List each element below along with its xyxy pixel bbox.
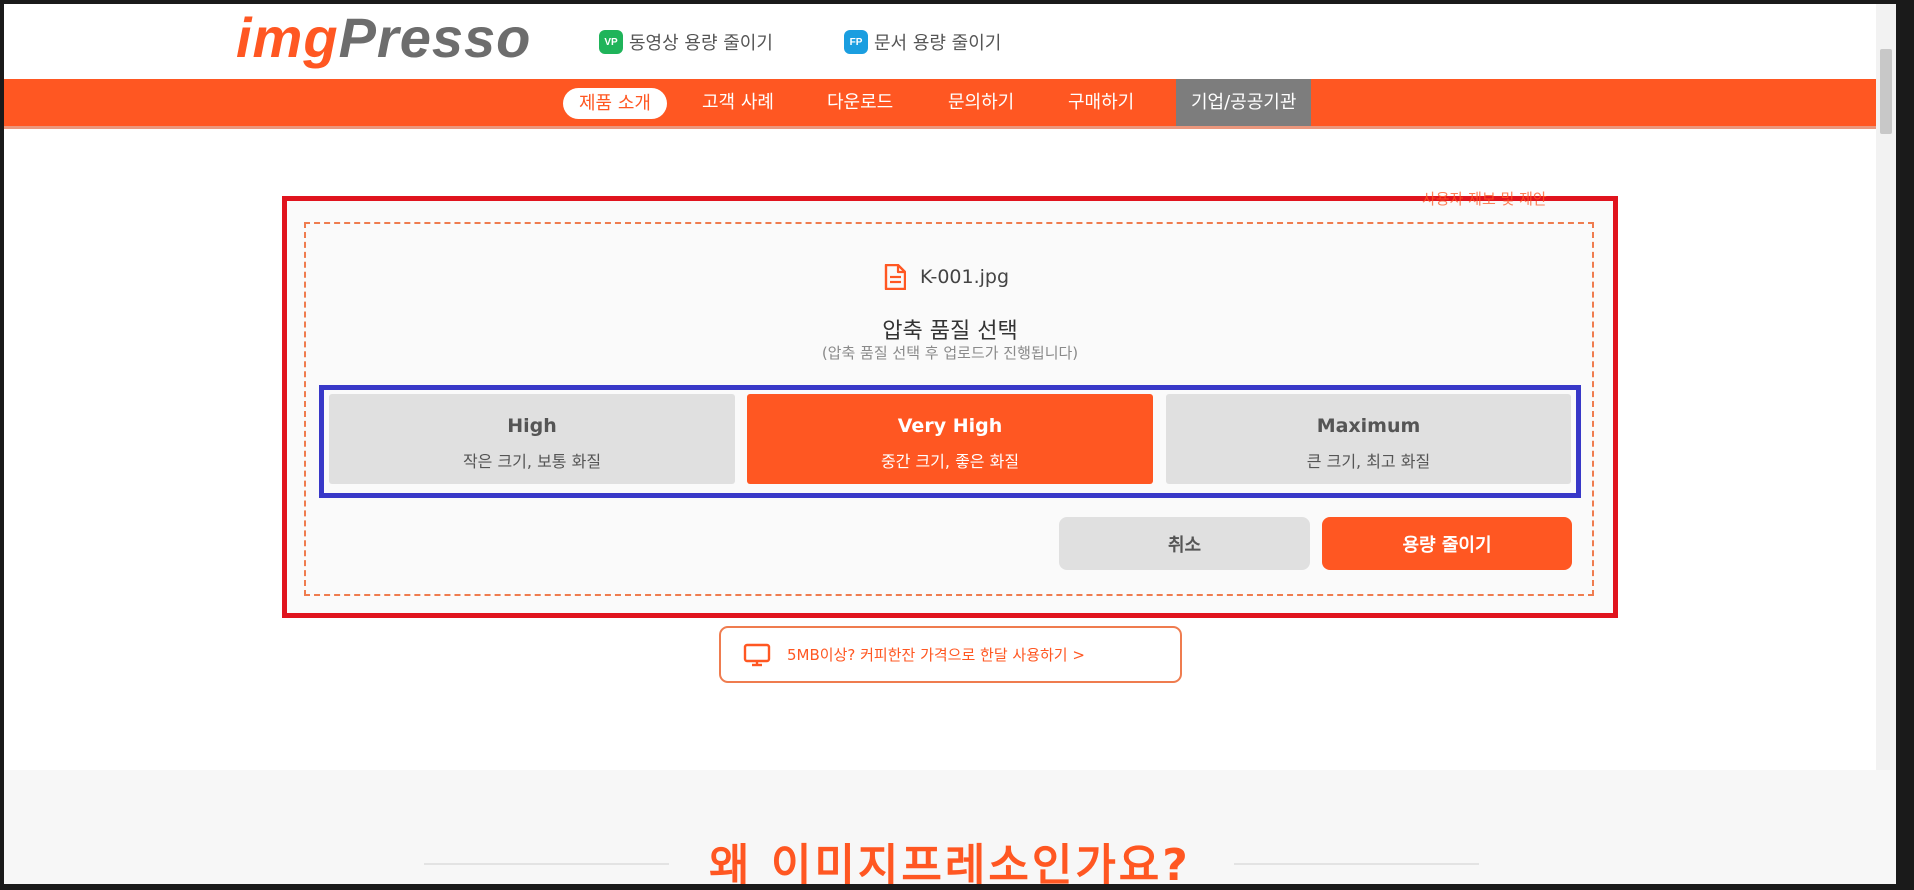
file-name-row: K-001.jpg: [884, 262, 1009, 292]
vp-badge-icon: VP: [599, 30, 623, 54]
report-suggestion-link[interactable]: 사용자 제보 및 제안: [1422, 188, 1547, 209]
quality-title: 압축 품질 선택: [882, 319, 1018, 344]
document-compress-link[interactable]: FP 문서 용량 줄이기: [844, 29, 1001, 55]
file-name: K-001.jpg: [920, 266, 1010, 288]
imgpresso-logo[interactable]: imgPresso: [236, 4, 531, 74]
browser-window: imgPresso VP 동영상 용량 줄이기 FP 문서 용량 줄이기 제품 …: [4, 4, 1896, 884]
logo-presso-text: Presso: [338, 6, 532, 69]
nav-item-purchase[interactable]: 구매하기: [1068, 79, 1134, 126]
nav-item-product[interactable]: 제품 소개: [563, 88, 667, 119]
quality-subtitle: (압축 품질 선택 후 업로드가 진행됩니다): [821, 344, 1079, 362]
scrollbar-thumb[interactable]: [1880, 49, 1892, 134]
document-compress-label: 문서 용량 줄이기: [874, 33, 1002, 54]
quality-option-high[interactable]: High 작은 크기, 보통 화질: [329, 394, 735, 484]
nav-item-enterprise[interactable]: 기업/공공기관: [1176, 79, 1312, 126]
quality-option-name: Very High: [897, 415, 1003, 437]
nav-divider: [4, 126, 1896, 129]
document-icon: [884, 264, 906, 290]
promo-label: 5MB이상? 커피한잔 가격으로 한달 사용하기 >: [787, 646, 1085, 664]
promo-banner-link[interactable]: 5MB이상? 커피한잔 가격으로 한달 사용하기 >: [719, 626, 1182, 683]
why-section: 왜 이미지프레소인가요?: [4, 770, 1896, 884]
cancel-button[interactable]: 취소: [1059, 517, 1310, 570]
quality-option-desc: 작은 크기, 보통 화질: [462, 452, 602, 471]
video-compress-label: 동영상 용량 줄이기: [629, 33, 773, 54]
nav-item-download[interactable]: 다운로드: [827, 79, 893, 126]
fp-badge-icon: FP: [844, 30, 868, 54]
main-nav: 제품 소개 고객 사례 다운로드 문의하기 구매하기 기업/공공기관: [4, 79, 1896, 129]
compress-button[interactable]: 용량 줄이기: [1322, 517, 1572, 570]
nav-item-inquiry[interactable]: 문의하기: [948, 79, 1014, 126]
quality-option-desc: 큰 크기, 최고 화질: [1306, 452, 1431, 471]
quality-option-very-high[interactable]: Very High 중간 크기, 좋은 화질: [747, 394, 1153, 484]
top-header: imgPresso VP 동영상 용량 줄이기 FP 문서 용량 줄이기: [4, 4, 1896, 79]
logo-img-text: img: [236, 6, 339, 69]
quality-option-desc: 중간 크기, 좋은 화질: [880, 452, 1020, 471]
quality-option-name: Maximum: [1316, 415, 1421, 437]
why-heading: 왜 이미지프레소인가요?: [709, 840, 1191, 884]
nav-item-cases[interactable]: 고객 사례: [702, 79, 774, 126]
scrollbar[interactable]: [1876, 4, 1896, 884]
video-compress-link[interactable]: VP 동영상 용량 줄이기: [599, 29, 773, 55]
monitor-icon: [743, 643, 771, 666]
quality-option-maximum[interactable]: Maximum 큰 크기, 최고 화질: [1166, 394, 1571, 484]
quality-option-name: High: [507, 415, 557, 437]
